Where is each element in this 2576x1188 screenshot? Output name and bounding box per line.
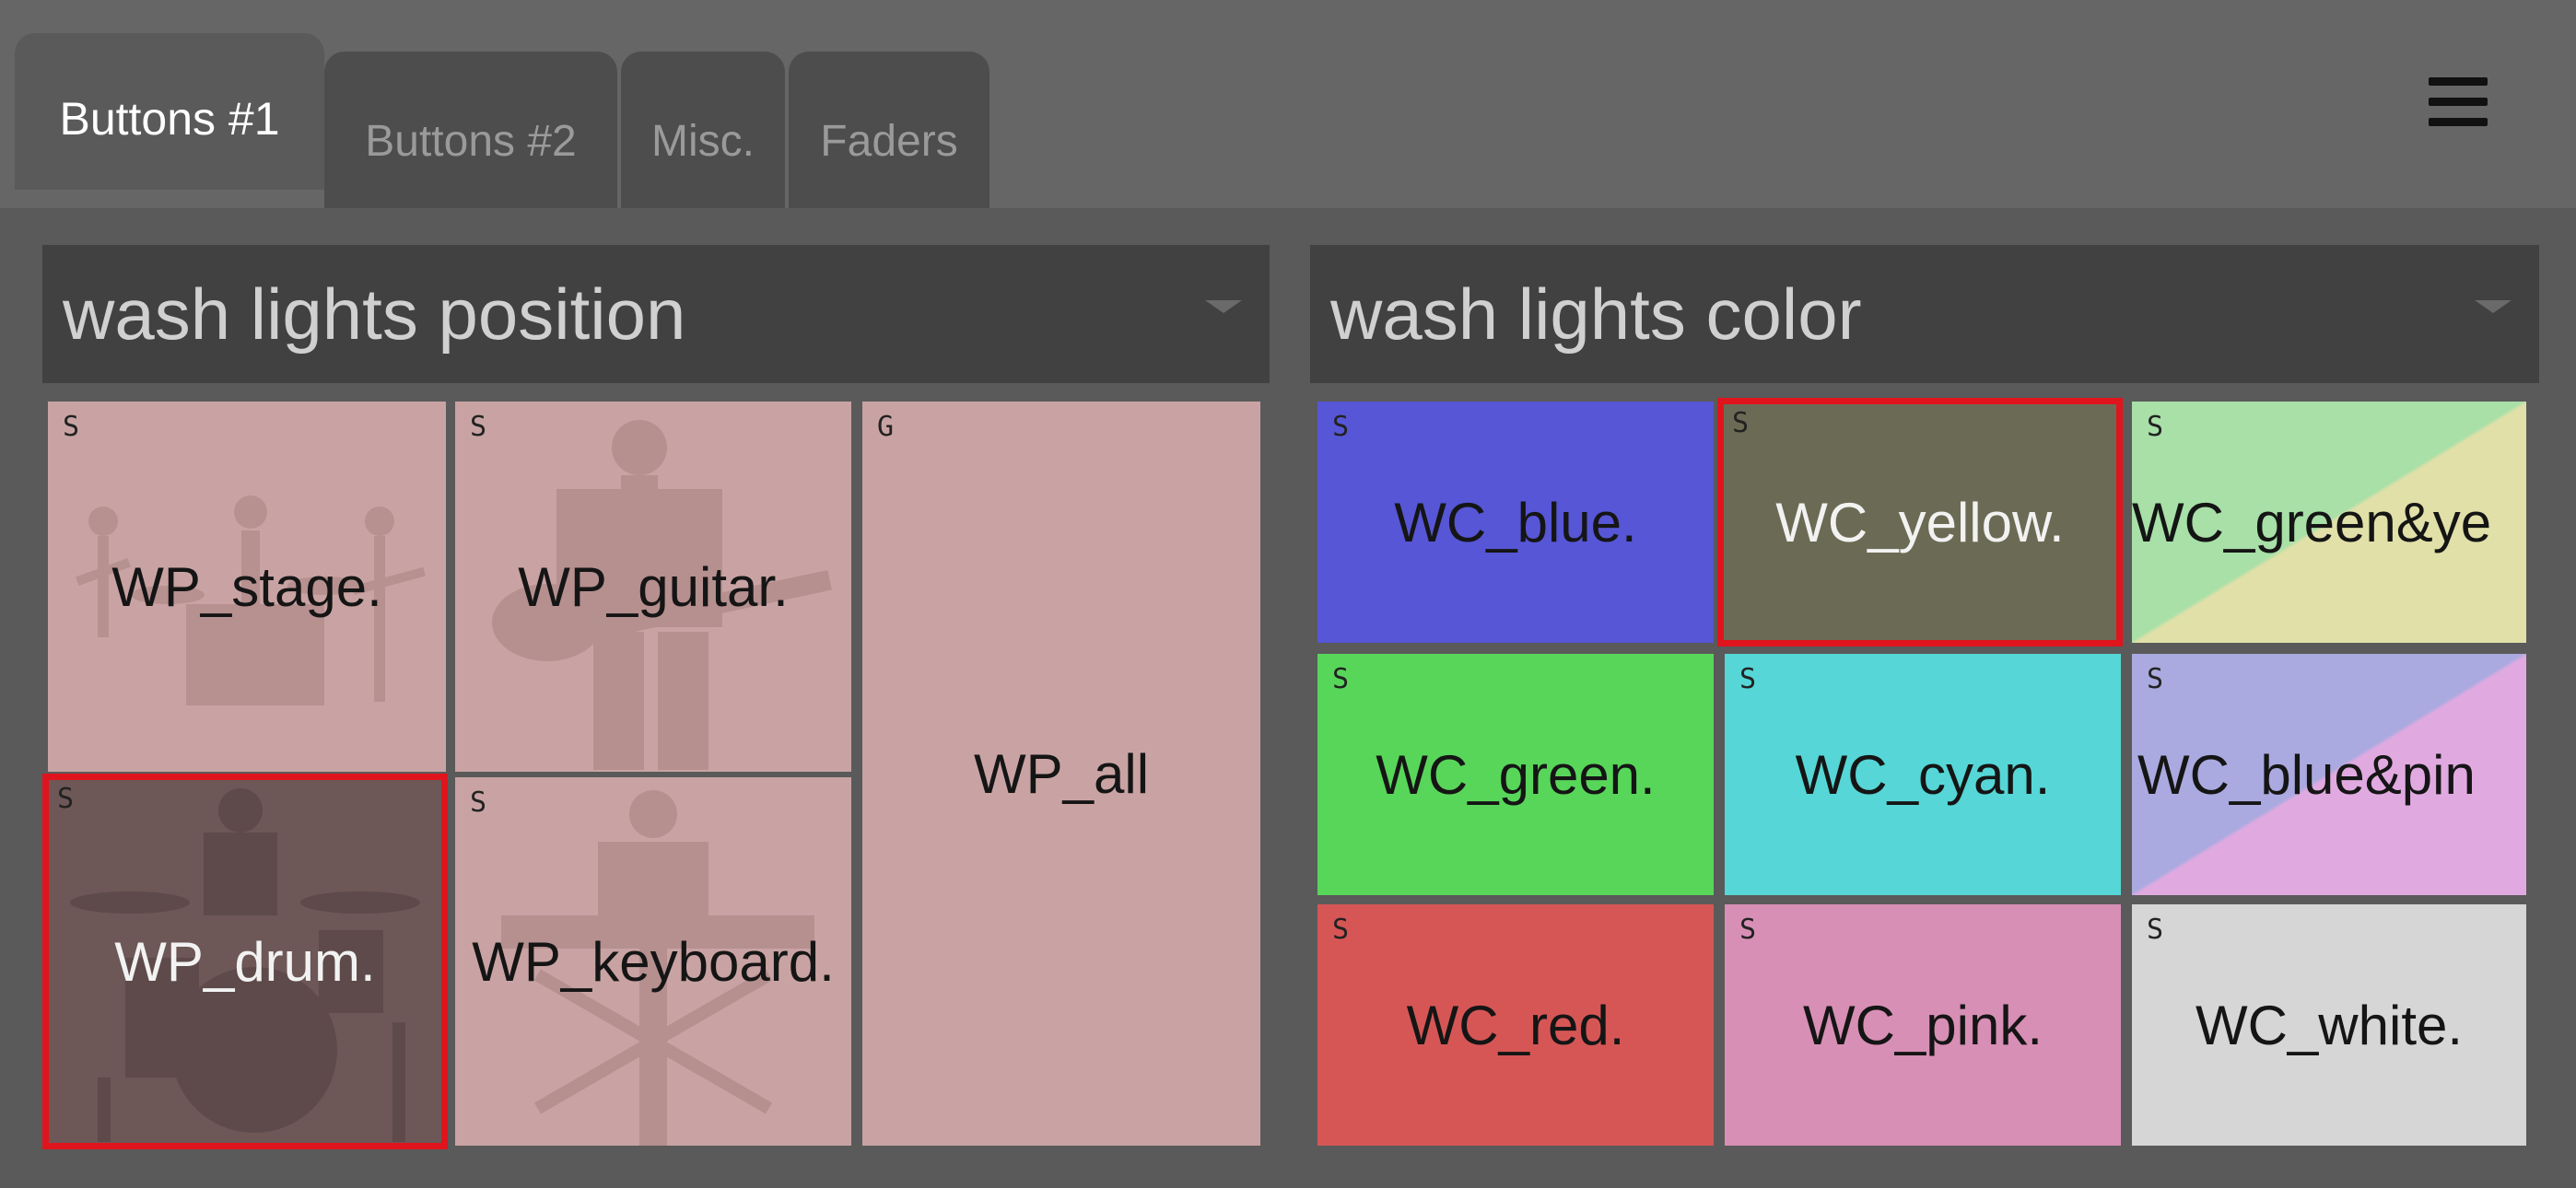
wp-all-button[interactable]: G WP_all <box>862 402 1260 1146</box>
tab-faders[interactable]: Faders <box>789 52 989 208</box>
status-indicator: S <box>1332 663 1350 695</box>
status-indicator: S <box>1332 914 1350 946</box>
status-indicator: S <box>2147 411 2164 443</box>
button-label: WP_drum. <box>114 930 376 993</box>
wc-blue-pink-button[interactable]: S WC_blue&pin <box>2132 654 2526 895</box>
wp-keyboard-button[interactable]: S WP_keyboard. <box>455 777 851 1146</box>
wc-white-button[interactable]: S WC_white. <box>2132 904 2526 1146</box>
status-indicator: S <box>63 411 80 443</box>
chevron-down-icon <box>2475 300 2512 313</box>
button-label: WC_cyan. <box>1795 743 2051 806</box>
status-indicator: S <box>470 786 487 819</box>
button-label: WC_pink. <box>1802 994 2043 1056</box>
tab-buttons-2[interactable]: Buttons #2 <box>324 52 617 208</box>
status-indicator: S <box>57 783 75 815</box>
wc-pink-button[interactable]: S WC_pink. <box>1725 904 2121 1146</box>
status-indicator: G <box>877 411 895 443</box>
status-indicator: S <box>1739 914 1757 946</box>
wp-stage-button[interactable]: S WP_stage. <box>48 402 446 772</box>
position-panel-selector[interactable]: wash lights position <box>42 245 1270 383</box>
button-label: WC_green. <box>1376 743 1656 806</box>
button-label: WP_guitar. <box>518 555 789 618</box>
status-indicator: S <box>2147 914 2164 946</box>
tab-misc[interactable]: Misc. <box>621 52 785 208</box>
status-indicator: S <box>1332 411 1350 443</box>
wc-green-yellow-button[interactable]: S WC_green&ye <box>2132 402 2526 643</box>
wc-green-button[interactable]: S WC_green. <box>1317 654 1714 895</box>
button-label: WC_yellow. <box>1775 491 2065 553</box>
chevron-down-icon <box>1205 300 1242 313</box>
status-indicator: S <box>1732 407 1750 439</box>
wc-yellow-button[interactable]: S WC_yellow. <box>1717 398 2123 646</box>
wp-guitar-button[interactable]: S WP_guitar. <box>455 402 851 772</box>
main-content: wash lights position S WP_stage. S WP_gu… <box>0 208 2576 1188</box>
color-panel-title: wash lights color <box>1330 273 1862 355</box>
position-panel-title: wash lights position <box>63 273 686 355</box>
button-label: WC_blue&pin <box>2137 743 2476 806</box>
status-indicator: S <box>1739 663 1757 695</box>
wc-red-button[interactable]: S WC_red. <box>1317 904 1714 1146</box>
color-panel-selector[interactable]: wash lights color <box>1310 245 2539 383</box>
button-label: WC_green&ye <box>2132 491 2492 553</box>
button-label: WP_stage. <box>111 555 382 618</box>
tab-buttons-1[interactable]: Buttons #1 <box>15 33 324 190</box>
status-indicator: S <box>470 411 487 443</box>
status-indicator: S <box>2147 663 2164 695</box>
button-label: WC_white. <box>2195 994 2464 1056</box>
wc-cyan-button[interactable]: S WC_cyan. <box>1725 654 2121 895</box>
wc-blue-button[interactable]: S WC_blue. <box>1317 402 1714 643</box>
button-label: WC_red. <box>1406 994 1625 1056</box>
button-label: WP_keyboard. <box>472 930 835 993</box>
button-label: WP_all <box>973 742 1150 805</box>
button-label: WC_blue. <box>1394 491 1637 553</box>
tab-bar: Buttons #1 Buttons #2 Misc. Faders <box>0 0 2576 208</box>
wp-drum-button[interactable]: S WP_drum. <box>42 774 448 1149</box>
hamburger-menu-icon[interactable] <box>2429 77 2488 129</box>
